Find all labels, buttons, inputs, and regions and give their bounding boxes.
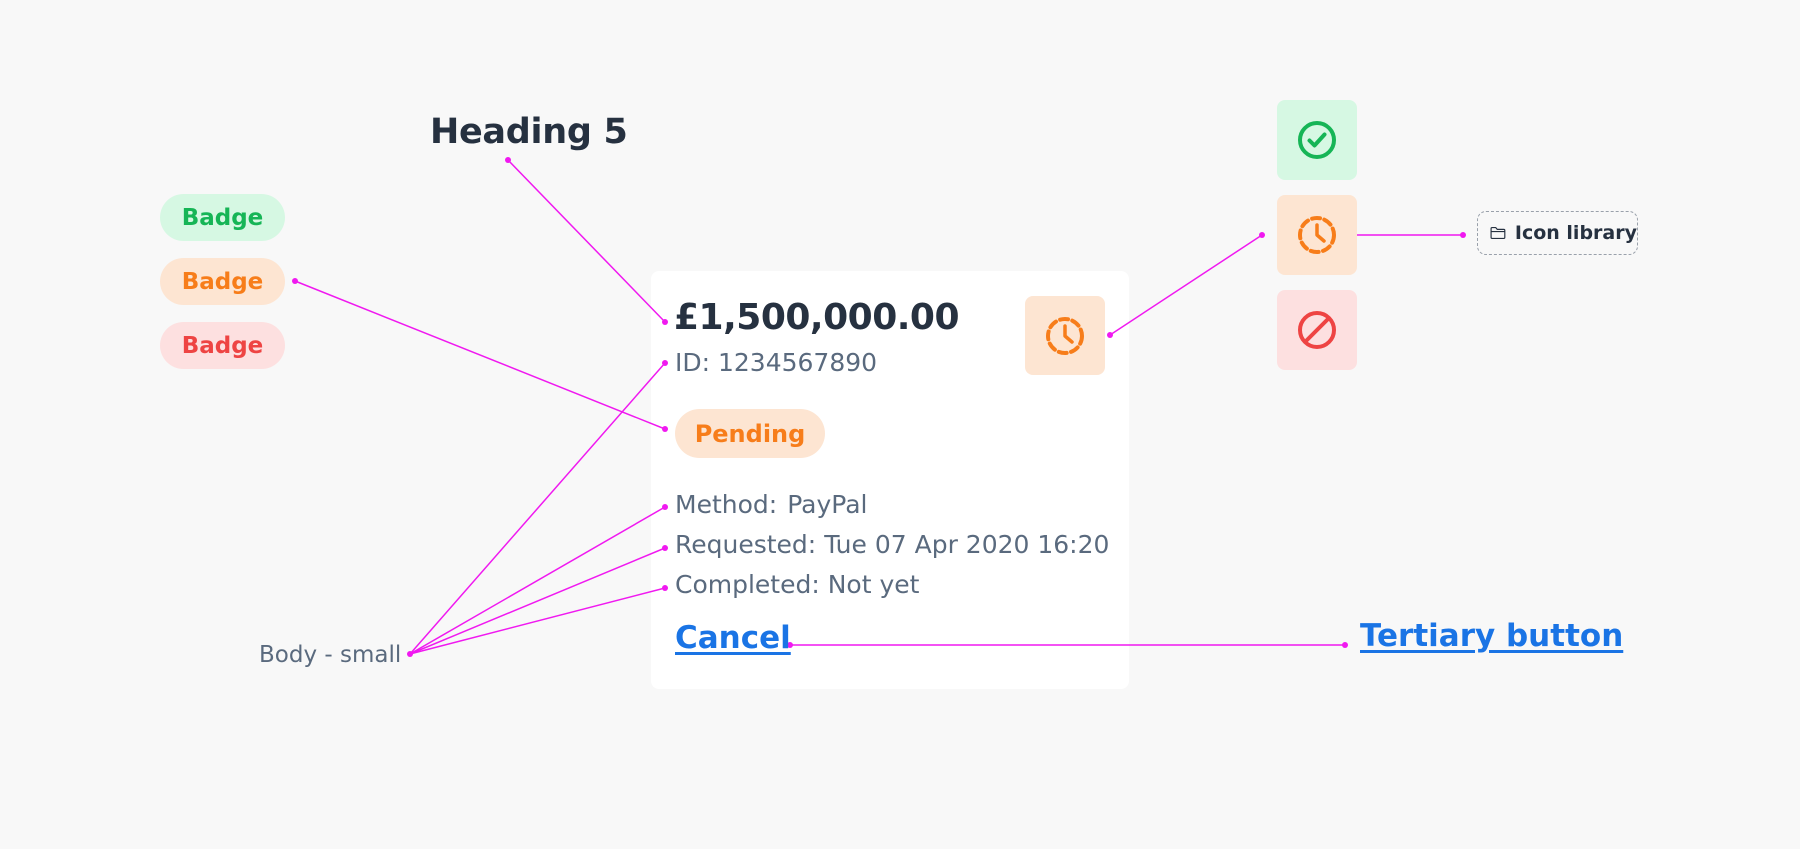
- tertiary-button-annotation[interactable]: Tertiary button: [1360, 618, 1623, 654]
- badge-warning: Badge: [160, 258, 285, 305]
- connector-dot: [505, 157, 511, 163]
- clock-pending-icon: [1046, 316, 1084, 355]
- connector-body-completed: [409, 587, 666, 655]
- payment-amount: £1,500,000.00: [674, 297, 960, 338]
- requested-label: Requested:: [675, 530, 817, 559]
- heading-5-annotation: Heading 5: [430, 112, 628, 152]
- requested-row: Requested: Tue 07 Apr 2020 16:20: [675, 530, 1109, 559]
- icon-tile-success: [1277, 100, 1357, 180]
- connector-icon: [1109, 234, 1263, 336]
- connector-badge: [294, 280, 666, 430]
- check-circle-icon: [1298, 121, 1336, 159]
- connector-dot: [1342, 642, 1348, 648]
- payment-id: ID: 1234567890: [675, 348, 878, 377]
- cancel-button[interactable]: Cancel: [675, 620, 791, 656]
- body-small-annotation: Body - small: [259, 642, 402, 668]
- requested-value: Tue 07 Apr 2020 16:20: [824, 530, 1110, 559]
- connector-body-requested: [409, 547, 666, 655]
- completed-row: Completed: Not yet: [675, 570, 919, 599]
- icon-tile-danger: [1277, 290, 1357, 370]
- icon-library-label: Icon library: [1514, 222, 1637, 244]
- connector-heading: [507, 159, 666, 323]
- folder-icon: [1490, 227, 1506, 239]
- badge-success: Badge: [160, 194, 285, 241]
- completed-label: Completed:: [675, 570, 820, 599]
- connector-dot: [1259, 232, 1265, 238]
- connector-dot: [407, 651, 413, 657]
- status-badge: Pending: [675, 409, 825, 458]
- method-value: PayPal: [787, 490, 868, 519]
- connector-body-method: [409, 506, 666, 655]
- method-row: Method: PayPal: [675, 490, 867, 519]
- connector-dot: [292, 278, 298, 284]
- card-status-icon-tile: [1025, 296, 1105, 375]
- completed-value: Not yet: [827, 570, 920, 599]
- connector-dot: [1460, 232, 1466, 238]
- prohibited-icon: [1298, 311, 1336, 349]
- icon-library-tag: Icon library: [1477, 211, 1638, 255]
- badge-danger: Badge: [160, 322, 285, 369]
- icon-tile-warning: [1277, 195, 1357, 275]
- clock-pending-icon: [1298, 216, 1336, 254]
- connector-body-id: [409, 362, 666, 655]
- method-label: Method:: [675, 490, 778, 519]
